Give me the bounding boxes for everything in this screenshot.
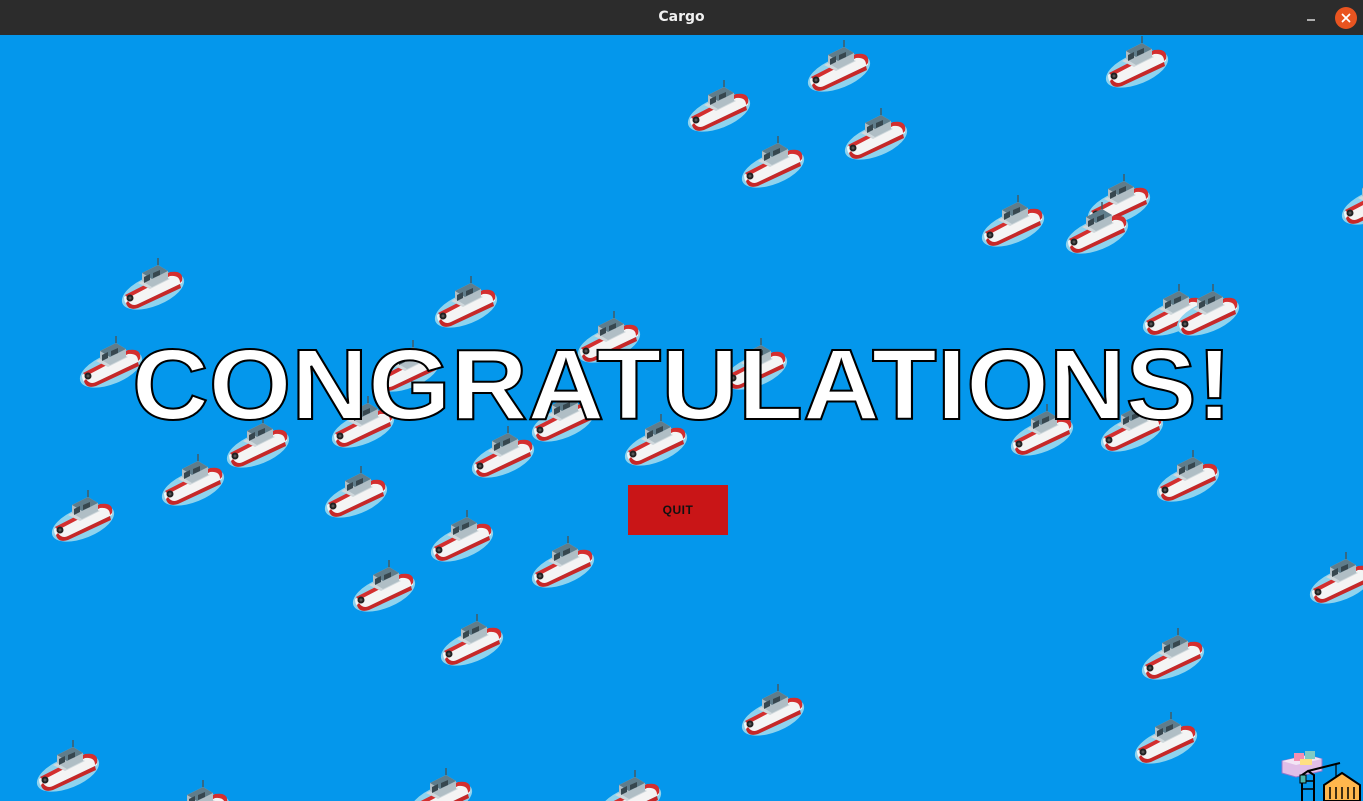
tugboat-icon bbox=[160, 453, 230, 509]
tugboat-icon bbox=[740, 135, 810, 191]
tugboat-icon bbox=[843, 107, 913, 163]
close-icon bbox=[1341, 13, 1351, 23]
tugboat-icon bbox=[225, 415, 295, 471]
quit-button[interactable]: QUIT bbox=[628, 485, 728, 535]
tugboat-icon bbox=[165, 779, 235, 801]
tugboat-icon bbox=[351, 559, 421, 615]
tugboat-icon bbox=[50, 489, 120, 545]
tugboat-icon bbox=[623, 413, 693, 469]
tugboat-icon bbox=[723, 337, 793, 393]
tugboat-icon bbox=[375, 339, 445, 395]
tugboat-icon bbox=[686, 79, 756, 135]
title-bar[interactable]: Cargo bbox=[0, 0, 1363, 35]
tugboat-icon bbox=[1140, 627, 1210, 683]
tugboat-icon bbox=[576, 310, 646, 366]
tugboat-icon bbox=[806, 39, 876, 95]
tugboat-icon bbox=[1009, 403, 1079, 459]
tugboat-icon bbox=[120, 257, 190, 313]
minimize-icon bbox=[1307, 19, 1315, 21]
tugboat-icon bbox=[323, 465, 393, 521]
tugboat-icon bbox=[530, 535, 600, 591]
tugboat-icon bbox=[1133, 711, 1203, 767]
cargo-port-logo-icon bbox=[1281, 751, 1361, 801]
boat-sprites bbox=[0, 35, 1363, 801]
tugboat-icon bbox=[439, 613, 509, 669]
window-title: Cargo bbox=[658, 9, 705, 25]
tugboat-icon bbox=[980, 194, 1050, 250]
tugboat-icon bbox=[470, 425, 540, 481]
tugboat-icon bbox=[597, 769, 667, 801]
tugboat-icon bbox=[1308, 551, 1363, 607]
close-button[interactable] bbox=[1335, 7, 1357, 29]
tugboat-icon bbox=[530, 389, 600, 445]
tugboat-icon bbox=[330, 395, 400, 451]
tugboat-icon bbox=[78, 335, 148, 391]
tugboat-icon bbox=[429, 509, 499, 565]
tugboat-icon bbox=[1104, 35, 1174, 91]
tugboat-icon bbox=[35, 739, 105, 795]
minimize-button[interactable] bbox=[1300, 8, 1322, 28]
tugboat-icon bbox=[408, 767, 478, 801]
app-window: Cargo CONGRATULATIONS! QUIT bbox=[0, 0, 1363, 801]
game-canvas: CONGRATULATIONS! QUIT bbox=[0, 35, 1363, 801]
tugboat-icon bbox=[1340, 172, 1363, 228]
tugboat-icon bbox=[433, 275, 503, 331]
tugboat-icon bbox=[1175, 283, 1245, 339]
tugboat-icon bbox=[740, 683, 810, 739]
tugboat-icon bbox=[1064, 201, 1134, 257]
tugboat-icon bbox=[1155, 449, 1225, 505]
